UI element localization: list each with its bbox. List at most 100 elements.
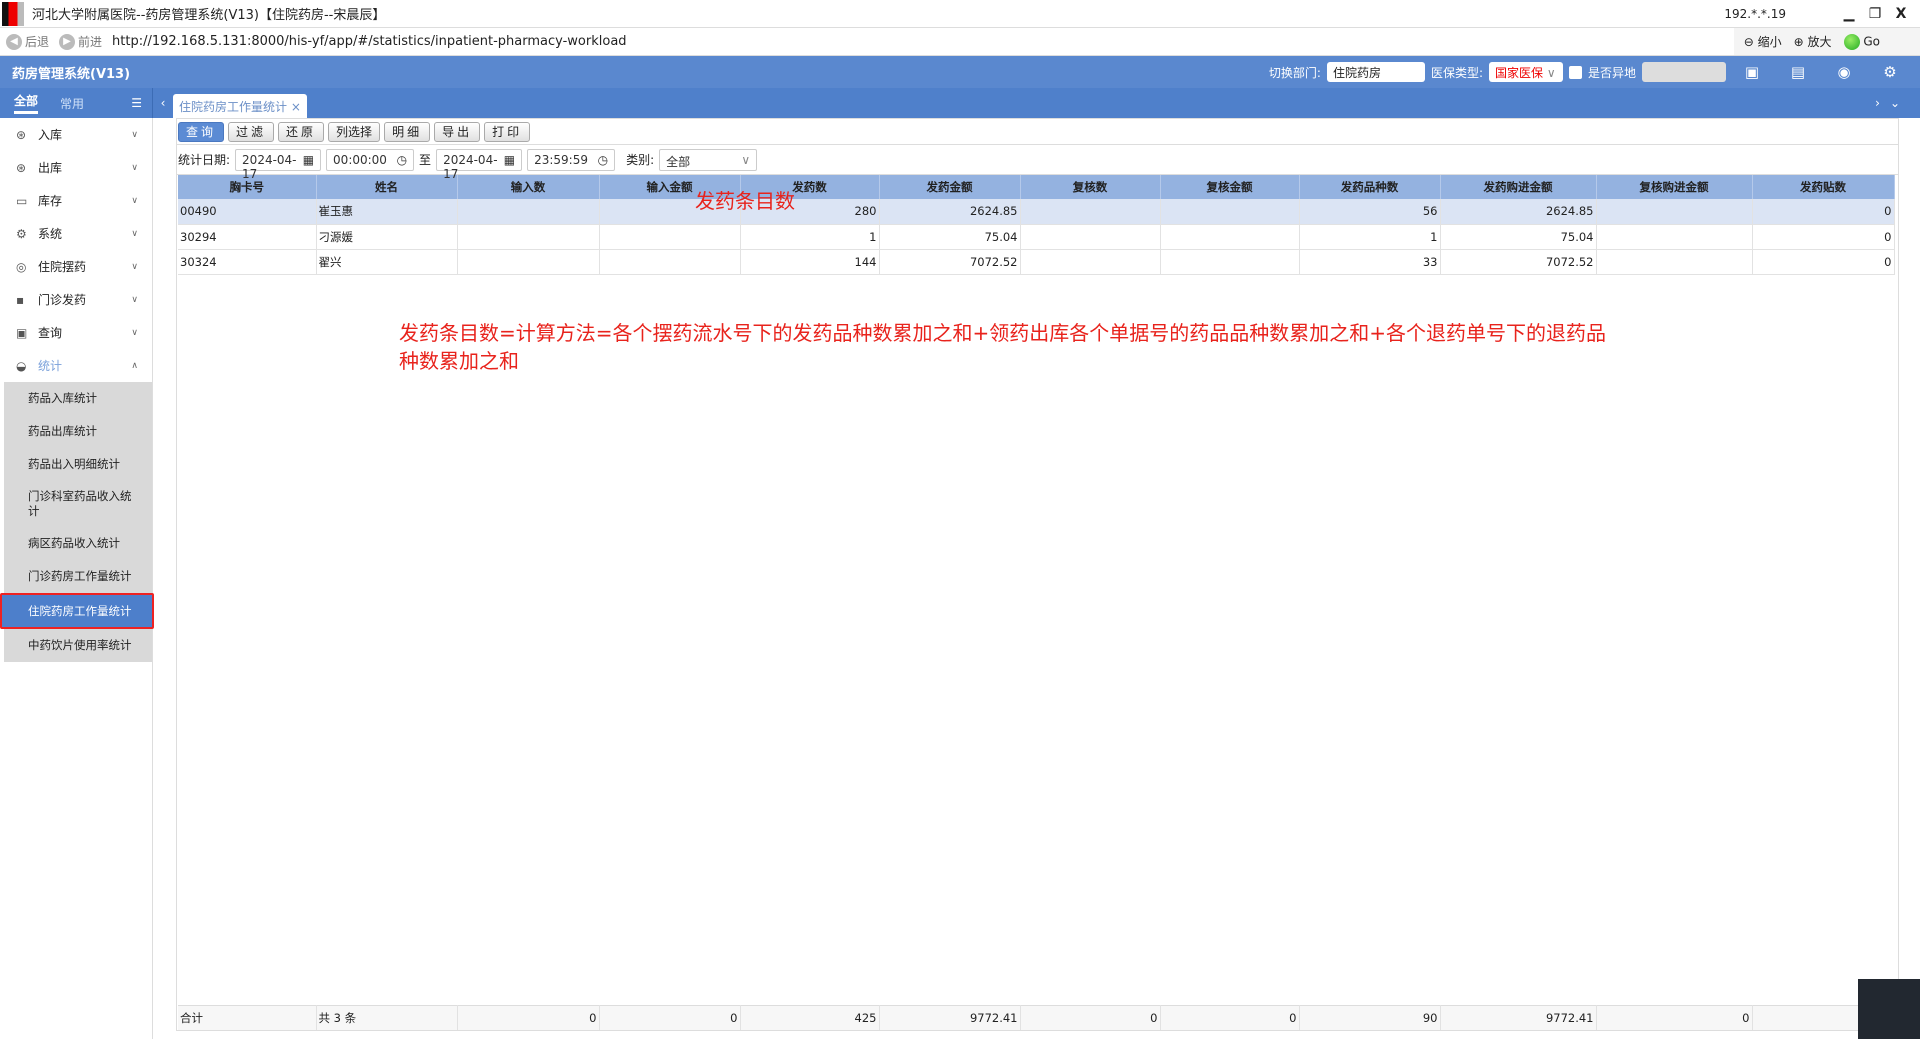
sidebar-item-stock[interactable]: ▭ 库存 ∨	[4, 184, 152, 217]
clock-icon: ◷	[597, 152, 609, 167]
column-header[interactable]: 复核购进金额	[1596, 175, 1753, 199]
footer-cell: 9772.41	[879, 1005, 1021, 1030]
table-cell	[599, 249, 741, 275]
zoom-in-icon: ⊕	[1793, 35, 1804, 49]
detail-button[interactable]: 明细	[384, 121, 431, 142]
column-select-button[interactable]: 列选择	[328, 121, 381, 142]
sidebar-item-statistics[interactable]: ◒ 统计 ∧	[4, 349, 152, 382]
table-cell: 75.04	[879, 224, 1021, 250]
forward-button[interactable]: ▶ 前进	[59, 33, 102, 50]
chevron-down-icon: ∨	[131, 327, 138, 338]
submenu-item[interactable]: 药品出入明细统计	[4, 448, 152, 481]
column-header[interactable]: 复核数	[1020, 175, 1161, 199]
tab-inpatient-workload[interactable]: 住院药房工作量统计 ×	[173, 94, 307, 118]
sidebar-label: 入库	[38, 128, 63, 142]
remote-checkbox[interactable]	[1568, 65, 1582, 79]
end-date-value: 2024-04-17	[443, 152, 498, 181]
start-date-value: 2024-04-17	[242, 152, 297, 181]
sidebar-item-outpatient[interactable]: ▪ 门诊发药 ∨	[4, 283, 152, 316]
sidebar-item-outbound[interactable]: ⊛ 出库 ∨	[4, 151, 152, 184]
sidebar-item-dispense-inpatient[interactable]: ◎ 住院摆药 ∨	[4, 250, 152, 283]
dept-input[interactable]: 住院药房	[1326, 62, 1425, 82]
submenu-item[interactable]: 病区药品收入统计	[4, 527, 152, 560]
column-header[interactable]: 发药金额	[879, 175, 1021, 199]
gear-icon[interactable]: ⚙	[1870, 63, 1910, 81]
start-time-input[interactable]: 00:00:00 ◷	[326, 148, 415, 171]
statistics-submenu: 药品入库统计 药品出库统计 药品出入明细统计 门诊科室药品收入统计 病区药品收入…	[0, 382, 154, 662]
footer-cell: 0	[599, 1005, 741, 1030]
minimize-button[interactable]: ▁	[1836, 6, 1862, 22]
sidebar-tab-all[interactable]: 全部	[14, 92, 39, 114]
reset-button[interactable]: 还原	[278, 121, 325, 142]
column-header[interactable]: 输入数	[457, 175, 600, 199]
close-button[interactable]: X	[1888, 6, 1914, 22]
inventory-icon: ▭	[16, 193, 28, 208]
submenu-item[interactable]: 门诊科室药品收入统计	[4, 481, 152, 527]
category-select[interactable]: 全部 ∨	[659, 148, 758, 171]
tab-bar: 全部 常用 ☰ ‹ 住院药房工作量统计 × ›⌄	[0, 88, 1920, 118]
back-label: 后退	[25, 35, 50, 49]
submenu-item[interactable]: 门诊药房工作量统计	[4, 560, 152, 593]
close-tab-icon[interactable]: ×	[291, 100, 301, 114]
sidebar-item-query[interactable]: ▣ 查询 ∨	[4, 316, 152, 349]
column-header[interactable]: 姓名	[316, 175, 458, 199]
sidebar-item-inbound[interactable]: ⊛ 入库 ∨	[4, 118, 152, 151]
back-button[interactable]: ◀ 后退	[6, 33, 49, 50]
go-button[interactable]: Go	[1843, 33, 1880, 50]
sidebar-tab-common[interactable]: 常用	[60, 95, 84, 112]
table-row[interactable]: 00490 崔玉惠 280 2624.85 56 2624.85 0	[178, 199, 1895, 225]
category-label: 类别:	[626, 153, 655, 167]
zoom-in-button[interactable]: ⊕ 放大	[1794, 33, 1832, 50]
insurance-select[interactable]: 国家医保 ∨	[1488, 62, 1563, 82]
sidebar: ⊛ 入库 ∨ ⊛ 出库 ∨ ▭ 库存 ∨ ⚙ 系统 ∨ ◎ 住院摆药 ∨ ▪ 门诊发药 ∨ ▣ 查询 ∨ ◒…	[0, 118, 154, 1039]
floating-widget[interactable]	[1858, 979, 1920, 1039]
sidebar-label: 住院摆药	[38, 260, 87, 274]
table-cell	[1596, 249, 1753, 275]
print-button[interactable]: 打印	[484, 121, 531, 142]
sidebar-item-system[interactable]: ⚙ 系统 ∨	[4, 217, 152, 250]
column-header[interactable]: 胸卡号	[178, 175, 317, 199]
table-cell: 刁源媛	[316, 224, 458, 250]
submenu-item[interactable]: 中药饮片使用率统计	[4, 629, 152, 662]
document-icon[interactable]: ▤	[1778, 63, 1818, 81]
end-date-input[interactable]: 2024-04-17 ▦	[436, 148, 523, 181]
tab-scroll-right-icon[interactable]: ›⌄	[1875, 96, 1920, 110]
category-value: 全部	[666, 154, 691, 169]
box-icon: ⊛	[16, 127, 27, 142]
tab-scroll-left-icon[interactable]: ‹	[153, 96, 173, 110]
column-header[interactable]: 发药品种数	[1299, 175, 1441, 199]
calendar-icon: ▦	[302, 152, 315, 167]
app-logo-icon	[2, 1, 24, 26]
submenu-item[interactable]: 药品出库统计	[4, 415, 152, 448]
table-cell: 1	[1299, 224, 1441, 250]
query-button[interactable]: 查询	[178, 121, 225, 142]
table-cell	[1020, 249, 1161, 275]
gear-icon: ⚙	[16, 226, 27, 241]
export-button[interactable]: 导出	[434, 121, 481, 142]
table-row[interactable]: 30294 刁源媛 1 75.04 1 75.04 0	[178, 224, 1895, 250]
footer-cell: 425	[740, 1005, 880, 1030]
chevron-down-icon: ∨	[131, 261, 138, 272]
table-row[interactable]: 30324 翟兴 144 7072.52 33 7072.52 0	[178, 249, 1895, 275]
remote-input[interactable]	[1642, 62, 1726, 82]
column-header[interactable]: 复核金额	[1160, 175, 1300, 199]
eye-icon[interactable]: ◉	[1824, 63, 1864, 81]
column-header[interactable]: 发药贴数	[1752, 175, 1895, 199]
filter-button[interactable]: 过滤	[228, 121, 275, 142]
table-cell	[1160, 224, 1300, 250]
table-cell	[1596, 199, 1753, 225]
arrow-right-icon: ▶	[59, 33, 76, 50]
screen-icon[interactable]: ▣	[1732, 63, 1772, 81]
restore-button[interactable]: ❐	[1862, 6, 1888, 22]
chevron-down-icon: ∨	[131, 195, 138, 206]
url-input[interactable]: http://192.168.5.131:8000/his-yf/app/#/s…	[112, 34, 627, 49]
submenu-item-active[interactable]: 住院药房工作量统计	[0, 593, 154, 629]
column-header[interactable]: 发药购进金额	[1440, 175, 1597, 199]
menu-icon[interactable]: ☰	[131, 96, 142, 110]
table-cell: 0	[1752, 224, 1895, 250]
dept-label: 切换部门:	[1268, 65, 1321, 80]
submenu-item[interactable]: 药品入库统计	[4, 382, 152, 415]
zoom-out-button[interactable]: ⊖ 缩小	[1744, 33, 1782, 50]
end-time-input[interactable]: 23:59:59 ◷	[527, 148, 616, 171]
start-date-input[interactable]: 2024-04-17 ▦	[235, 148, 322, 181]
